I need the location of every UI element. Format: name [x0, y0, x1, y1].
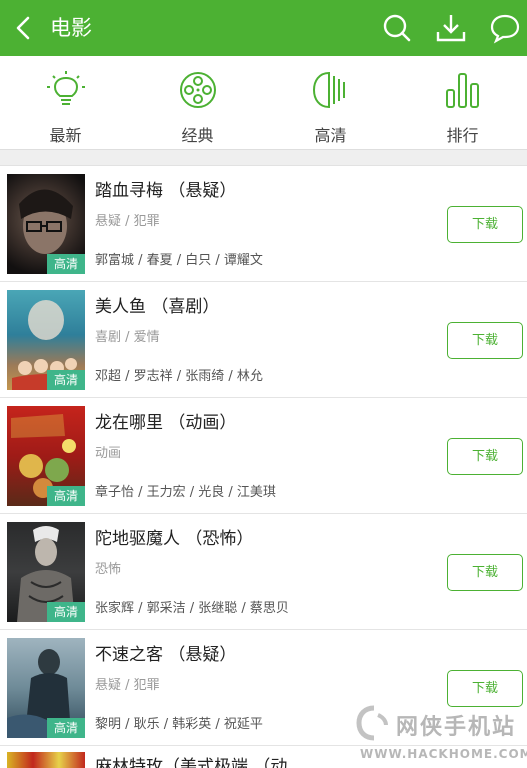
hd-badge: 高清	[47, 718, 85, 738]
download-button[interactable]: 下载	[447, 438, 523, 475]
movie-cast: 邓超 / 罗志祥 / 张雨绮 / 林允	[95, 369, 263, 384]
back-icon[interactable]	[12, 14, 36, 42]
movie-genre: 恐怖	[95, 562, 122, 577]
hd-badge: 高清	[47, 370, 85, 390]
top-bar: 电影	[0, 0, 527, 56]
section-divider	[0, 150, 527, 166]
movie-poster	[7, 752, 85, 768]
movie-cast: 张家辉 / 郭采洁 / 张继聪 / 蔡思贝	[95, 601, 289, 616]
movie-title: 陀地驱魔人 （恐怖）	[95, 529, 254, 549]
movie-title: 不速之客 （悬疑）	[95, 645, 237, 665]
category-newest[interactable]: 最新	[0, 56, 131, 150]
movie-genre: 悬疑 / 犯罪	[95, 214, 160, 229]
movie-list: 高清 踏血寻梅 （悬疑） 悬疑 / 犯罪 郭富城 / 春夏 / 白只 / 谭耀文…	[0, 166, 527, 746]
category-bar: 最新 经典 高清 排行	[0, 56, 527, 150]
movie-title: 麻林特玫（美式极端 （动	[95, 757, 288, 768]
watermark-logo-icon	[356, 705, 388, 741]
message-icon[interactable]	[489, 12, 521, 44]
movie-poster: 高清	[7, 406, 85, 506]
movie-poster: 高清	[7, 638, 85, 738]
movie-cast: 黎明 / 耿乐 / 韩彩英 / 祝延平	[95, 717, 263, 732]
movie-genre: 悬疑 / 犯罪	[95, 678, 160, 693]
category-ranking[interactable]: 排行	[397, 56, 527, 150]
movie-title: 龙在哪里 （动画）	[95, 413, 237, 433]
movie-poster: 高清	[7, 522, 85, 622]
movie-genre: 喜剧 / 爱情	[95, 330, 160, 345]
film-reel-icon	[180, 72, 216, 108]
category-hd[interactable]: 高清	[265, 56, 396, 150]
watermark: 网侠手机站 WWW.HACKHOME.COM	[356, 705, 527, 765]
movie-title: 踏血寻梅 （悬疑）	[95, 181, 237, 201]
watermark-url: WWW.HACKHOME.COM	[360, 747, 527, 761]
category-label: 排行	[446, 126, 479, 145]
movie-genre: 动画	[95, 446, 122, 461]
download-button[interactable]: 下载	[447, 670, 523, 707]
page-title: 电影	[50, 16, 92, 40]
download-icon[interactable]	[435, 12, 467, 44]
hd-badge: 高清	[47, 254, 85, 274]
hd-badge: 高清	[47, 602, 85, 622]
lightbulb-icon	[47, 71, 85, 105]
category-label: 高清	[314, 126, 347, 145]
movie-cast: 郭富城 / 春夏 / 白只 / 谭耀文	[95, 253, 263, 268]
category-label: 经典	[181, 126, 214, 145]
movie-item[interactable]: 高清 龙在哪里 （动画） 动画 章子怡 / 王力宏 / 光良 / 江美琪 下载	[0, 398, 527, 514]
download-button[interactable]: 下载	[447, 554, 523, 591]
bar-chart-icon	[446, 73, 479, 108]
download-button[interactable]: 下载	[447, 206, 523, 243]
watermark-name: 网侠手机站	[396, 715, 517, 740]
search-icon[interactable]	[381, 12, 413, 44]
movie-poster: 高清	[7, 290, 85, 390]
movie-title: 美人鱼 （喜剧）	[95, 297, 220, 317]
hd-lines-icon	[312, 71, 345, 109]
movie-item[interactable]: 高清 踏血寻梅 （悬疑） 悬疑 / 犯罪 郭富城 / 春夏 / 白只 / 谭耀文…	[0, 166, 527, 282]
movie-poster: 高清	[7, 174, 85, 274]
movie-item[interactable]: 高清 陀地驱魔人 （恐怖） 恐怖 张家辉 / 郭采洁 / 张继聪 / 蔡思贝 下…	[0, 514, 527, 630]
movie-item[interactable]: 高清 美人鱼 （喜剧） 喜剧 / 爱情 邓超 / 罗志祥 / 张雨绮 / 林允 …	[0, 282, 527, 398]
download-button[interactable]: 下载	[447, 322, 523, 359]
hd-badge: 高清	[47, 486, 85, 506]
movie-cast: 章子怡 / 王力宏 / 光良 / 江美琪	[95, 485, 276, 500]
category-classic[interactable]: 经典	[132, 56, 263, 150]
category-label: 最新	[49, 126, 82, 145]
